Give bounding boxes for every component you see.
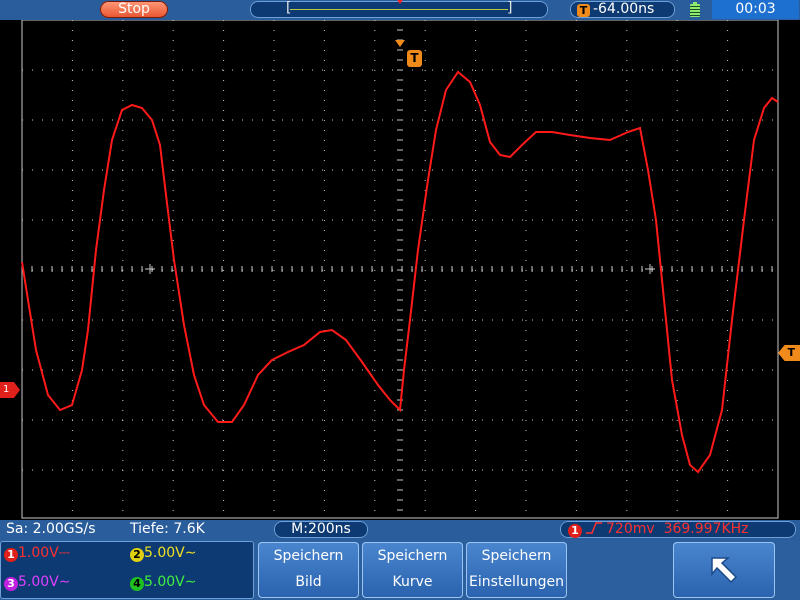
ch3-badge: 3	[4, 577, 18, 591]
save-image-button[interactable]: Speichern Bild	[258, 542, 359, 598]
scroll-right-bracket: ]	[507, 0, 513, 16]
softkey-label: Kurve	[392, 574, 433, 590]
channel-1-setting[interactable]: 1 1.00V⎓	[4, 545, 70, 562]
ch1-waveform-trace	[21, 70, 779, 474]
scroll-track	[290, 9, 508, 10]
softkey-label: Einstellungen	[469, 574, 564, 590]
trigger-marker[interactable]: T	[407, 50, 422, 67]
horizontal-position-scrollbar[interactable]: [ ]	[250, 0, 548, 18]
graticule-grid	[21, 20, 779, 519]
channel-settings-panel[interactable]: 1 1.00V⎓ 2 5.00V∼ 3 5.00V∼ 4 5.00V∼	[0, 541, 254, 599]
trigger-source-badge: 1	[568, 524, 582, 538]
timebase-display[interactable]: M:200ns	[274, 521, 368, 538]
ch2-scale: 5.00V	[144, 545, 185, 561]
ac-coupling-icon: ∼	[58, 574, 71, 590]
softkey-label: Bild	[295, 574, 322, 590]
ch1-scale: 1.00V	[18, 545, 59, 561]
trigger-position-indicator	[396, 0, 404, 4]
softkey-label: Speichern	[481, 548, 552, 564]
status-bar: Sa: 2.00GS/s Tiefe: 7.6K M:200ns 1 720mv …	[0, 520, 800, 540]
ch2-badge: 2	[130, 548, 144, 562]
softkey-label: Speichern	[273, 548, 344, 564]
rising-edge-icon	[586, 522, 602, 534]
memory-depth: Tiefe: 7.6K	[130, 521, 205, 537]
trigger-info-display[interactable]: 1 720mv 369.997KHz	[560, 521, 796, 538]
ac-coupling-icon: ∼	[184, 574, 197, 590]
trigger-level-value: 720mv	[606, 521, 655, 537]
ch4-badge: 4	[130, 577, 144, 591]
dc-coupling-icon: ⎓	[58, 545, 70, 561]
ch1-badge: 1	[4, 548, 18, 562]
run-stop-button[interactable]: Stop	[100, 1, 168, 18]
battery-icon	[690, 2, 700, 17]
top-bar: Stop [ ] T -64.00ns 00:03	[0, 0, 800, 20]
trigger-time-arrow-icon	[395, 40, 405, 47]
waveform-display[interactable]: T 1 T	[0, 20, 800, 520]
softkey-label: Speichern	[377, 548, 448, 564]
channel-4-setting[interactable]: 4 5.00V∼	[130, 574, 196, 591]
back-button[interactable]	[673, 542, 775, 598]
scroll-left-bracket: [	[286, 0, 292, 16]
save-settings-button[interactable]: Speichern Einstellungen	[466, 542, 567, 598]
trigger-icon: T	[577, 4, 590, 17]
sample-rate: Sa: 2.00GS/s	[6, 521, 96, 537]
back-arrow-icon	[711, 557, 738, 584]
channel-2-setting[interactable]: 2 5.00V∼	[130, 545, 196, 562]
trigger-position-value: -64.00ns	[593, 1, 655, 17]
ch4-scale: 5.00V	[144, 574, 185, 590]
channel-3-setting[interactable]: 3 5.00V∼	[4, 574, 70, 591]
ac-coupling-icon: ∼	[184, 545, 197, 561]
ch3-scale: 5.00V	[18, 574, 59, 590]
save-waveform-button[interactable]: Speichern Kurve	[362, 542, 463, 598]
graticule-and-trace	[21, 20, 779, 519]
clock: 00:03	[712, 0, 799, 19]
frequency-value: 369.997KHz	[663, 521, 749, 537]
trigger-position-display[interactable]: T -64.00ns	[570, 1, 675, 18]
